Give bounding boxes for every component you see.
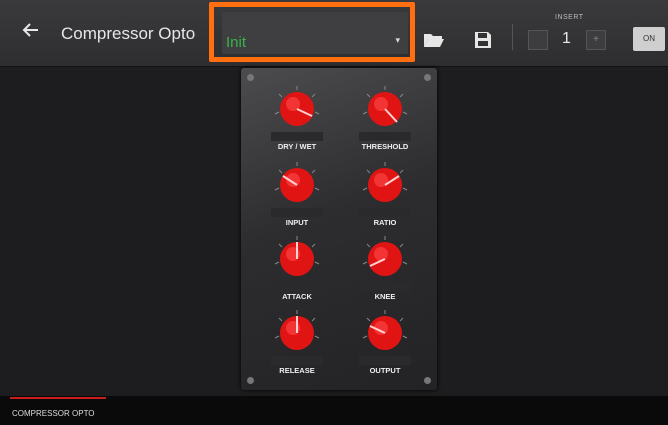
knob-icon xyxy=(274,236,320,276)
knob-knee[interactable]: KNEE xyxy=(345,232,425,304)
insert-label: INSERT xyxy=(555,14,584,21)
preset-highlight-frame xyxy=(209,2,415,62)
knob-input[interactable]: INPUT xyxy=(257,158,337,230)
knob-icon xyxy=(274,162,320,202)
open-preset-button[interactable] xyxy=(423,31,445,49)
plugin-title: Compressor Opto xyxy=(61,24,196,43)
save-icon xyxy=(475,32,491,48)
insert-prev-button[interactable] xyxy=(528,30,548,50)
knob-readout xyxy=(271,356,323,365)
knob-readout xyxy=(359,208,411,217)
tab-compressor-opto[interactable]: COMPRESSOR OPTO xyxy=(12,409,95,418)
knob-release[interactable]: RELEASE xyxy=(257,306,337,378)
knob-label: ATTACK xyxy=(282,292,312,301)
knob-label: THRESHOLD xyxy=(361,142,409,151)
back-button[interactable] xyxy=(22,20,44,44)
knob-label: RELEASE xyxy=(279,366,315,375)
active-tab-indicator xyxy=(10,397,106,399)
screw-icon xyxy=(424,377,431,384)
folder-open-icon xyxy=(424,34,444,47)
knob-label: RATIO xyxy=(373,218,397,227)
knob-dry-wet[interactable]: DRY / WET xyxy=(257,82,337,154)
arrow-left-icon xyxy=(22,23,38,37)
knob-label: KNEE xyxy=(374,292,396,301)
knob-attack[interactable]: ATTACK xyxy=(257,232,337,304)
knob-readout xyxy=(359,282,411,291)
screw-icon xyxy=(424,74,431,81)
knob-icon xyxy=(362,162,408,202)
bottom-tab-bar: COMPRESSOR OPTO xyxy=(0,396,668,425)
knob-readout xyxy=(271,208,323,217)
knob-readout xyxy=(359,132,411,141)
knob-icon xyxy=(362,236,408,276)
knob-icon xyxy=(274,86,320,126)
insert-number: 1 xyxy=(562,30,571,47)
knob-icon xyxy=(274,310,320,350)
screw-icon xyxy=(247,377,254,384)
knob-icon xyxy=(362,86,408,126)
plugin-panel: DRY / WET THRESHOLD INPUT RATIO ATTACK K… xyxy=(241,68,437,390)
knob-readout xyxy=(271,282,323,291)
on-toggle-button[interactable]: ON xyxy=(633,27,665,51)
knob-readout xyxy=(359,356,411,365)
knob-label: DRY / WET xyxy=(277,142,317,151)
knob-output[interactable]: OUTPUT xyxy=(345,306,425,378)
insert-next-button[interactable]: + xyxy=(586,30,606,50)
screw-icon xyxy=(247,74,254,81)
save-preset-button[interactable] xyxy=(474,31,492,49)
knob-label: OUTPUT xyxy=(369,366,401,375)
toolbar-divider xyxy=(512,24,513,50)
knob-ratio[interactable]: RATIO xyxy=(345,158,425,230)
knob-label: INPUT xyxy=(285,218,309,227)
top-toolbar: Compressor Opto Init ▾ INSERT 1 + ON xyxy=(0,0,668,67)
knob-readout xyxy=(271,132,323,141)
knob-threshold[interactable]: THRESHOLD xyxy=(345,82,425,154)
knob-icon xyxy=(362,310,408,350)
